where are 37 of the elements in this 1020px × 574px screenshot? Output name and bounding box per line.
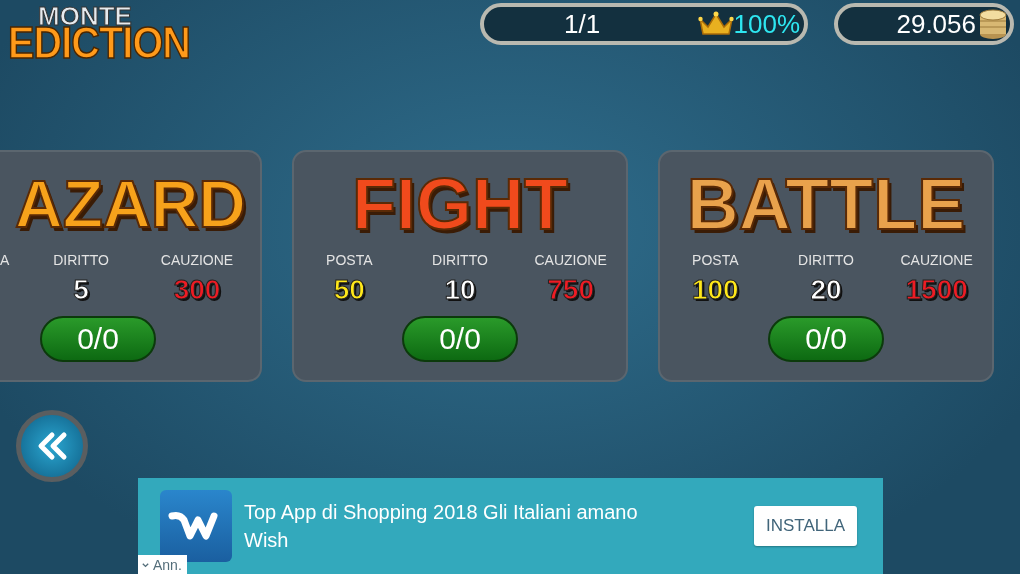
ad-label[interactable]: Ann. <box>138 555 187 574</box>
room-title: BATTLE <box>686 163 966 246</box>
room-card[interactable]: AZARD A DIRITTO 5 CAUZIONE 300 0/0 <box>0 150 262 382</box>
stat-label: DIRITTO <box>798 252 854 268</box>
install-button[interactable]: INSTALLA <box>753 506 857 546</box>
stat-label: DIRITTO <box>432 252 488 268</box>
room-card[interactable]: FIGHT POSTA 50 DIRITTO 10 CAUZIONE 750 0/0 <box>292 150 628 382</box>
stat-label: DIRITTO <box>53 252 109 268</box>
stat-value: 300 <box>173 274 221 307</box>
ad-text: Top App di Shopping 2018 Gli Italiani amano Wish <box>244 500 639 553</box>
stat-value: 5 <box>73 274 89 307</box>
stat-label: CAUZIONE <box>160 252 234 268</box>
players-button[interactable]: 0/0 <box>402 316 518 362</box>
app-icon <box>160 490 232 562</box>
room-title: AZARD <box>15 166 246 243</box>
players-button[interactable]: 0/0 <box>768 316 884 362</box>
percent-text: 100% <box>733 8 800 40</box>
stat-label: CAUZIONE <box>900 252 973 268</box>
players-button[interactable]: 0/0 <box>40 316 156 362</box>
stat-label: POSTA <box>326 252 373 268</box>
room-title: FIGHT <box>352 163 568 246</box>
coins-count: 29.056 <box>896 8 976 40</box>
stat-value: 50 <box>333 274 365 307</box>
stat-label: CAUZIONE <box>534 252 607 268</box>
stat-value: 750 <box>547 274 594 307</box>
progress-count: 1/1 <box>564 8 601 40</box>
stat-label: POSTA <box>692 252 739 268</box>
chevron-down-icon <box>141 560 150 570</box>
stat-value: 10 <box>444 274 476 307</box>
stat-value: 20 <box>810 274 842 307</box>
stat-value: 100 <box>691 274 739 307</box>
coin-stack-icon <box>978 7 1008 41</box>
stat-label: A <box>0 252 10 268</box>
stat-value: 1500 <box>905 274 968 307</box>
ad-banner[interactable]: Ann. Top App di Shopping 2018 Gli Italiani amano Wish INSTALLA <box>138 478 883 574</box>
room-card[interactable]: BATTLE POSTA 100 DIRITTO 20 CAUZIONE 1500 0/0 <box>658 150 994 382</box>
crown-icon <box>697 11 734 37</box>
